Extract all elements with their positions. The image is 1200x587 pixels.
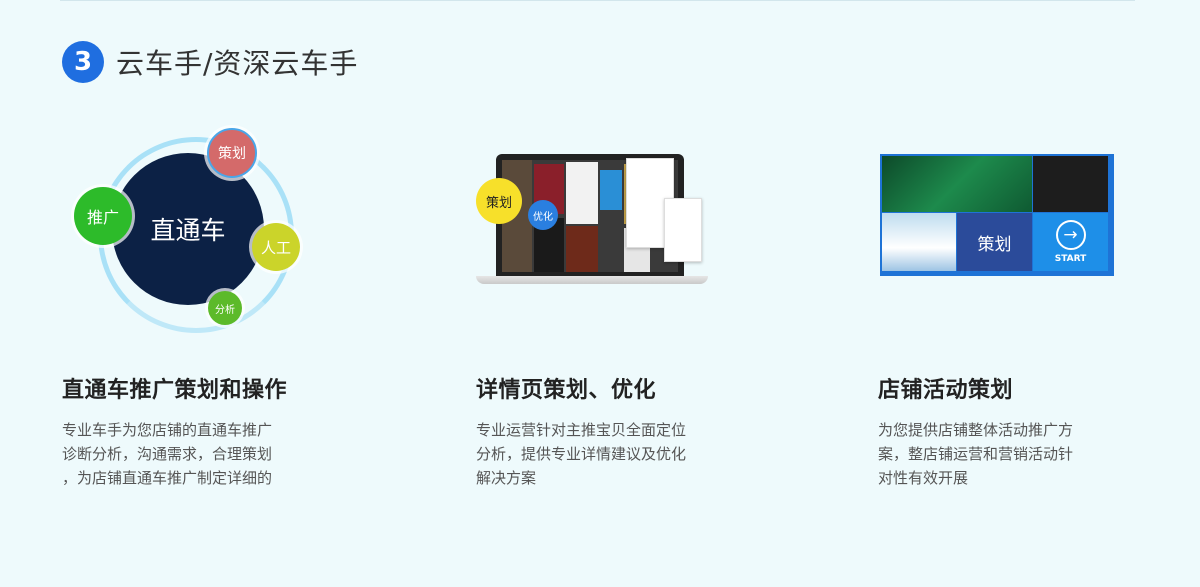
- section-number-badge: 3: [62, 41, 104, 83]
- manual-bubble: 人工: [252, 223, 300, 271]
- promote-bubble: 推广: [74, 187, 132, 245]
- service-column-through-train: 直通车推广策划和操作 专业车手为您店铺的直通车推广 诊断分析，沟通需求，合理策划…: [62, 372, 312, 490]
- desc-line: 对性有效开展: [878, 469, 969, 487]
- desc-line: 解决方案: [476, 469, 537, 487]
- through-train-illustration: 直通车 推广 策划 人工 分析: [70, 125, 310, 333]
- product-banner-image: [882, 156, 1032, 212]
- service-column-store-activity: 店铺活动策划 为您提供店铺整体活动推广方 案，整店铺运营和营销活动针 对性有效开…: [878, 372, 1108, 490]
- column-title: 店铺活动策划: [878, 378, 1014, 403]
- service-column-detail-page: 详情页策划、优化 专业运营针对主推宝贝全面定位 分析，提供专业详情建议及优化 解…: [476, 372, 716, 490]
- desc-line: ，为店铺直通车推广制定详细的: [62, 469, 273, 487]
- start-label: START: [1054, 254, 1087, 264]
- arrow-right-circle-icon: →: [1055, 220, 1086, 250]
- desc-line: 诊断分析，沟通需求，合理策划: [62, 445, 273, 463]
- column-title: 直通车推广策划和操作: [62, 378, 288, 403]
- product-detail-card: [664, 198, 702, 262]
- plan-bubble: 策划: [207, 128, 257, 178]
- top-divider: [60, 0, 1135, 1]
- start-tile[interactable]: → START: [1033, 213, 1108, 271]
- desc-line: 为您提供店铺整体活动推广方: [878, 421, 1074, 439]
- column-description: 为您提供店铺整体活动推广方 案，整店铺运营和营销活动针 对性有效开展: [878, 418, 1108, 490]
- desc-line: 案，整店铺运营和营销活动针: [878, 445, 1074, 463]
- section-header: 3 云车手/资深云车手: [62, 40, 358, 84]
- ring-product-image: [1033, 156, 1108, 212]
- analysis-bubble: 分析: [208, 291, 242, 325]
- column-title: 详情页策划、优化: [476, 378, 657, 403]
- section-title: 云车手/资深云车手: [116, 47, 359, 80]
- desc-line: 专业运营针对主推宝贝全面定位: [476, 421, 687, 439]
- wedding-dress-image: [882, 213, 956, 271]
- store-activity-illustration: 策划 → START: [880, 154, 1114, 276]
- plan-bubble: 策划: [476, 178, 522, 224]
- optimize-bubble: 优化: [528, 200, 558, 230]
- detail-page-illustration: 策划 优化: [476, 150, 708, 290]
- desc-line: 分析，提供专业详情建议及优化: [476, 445, 687, 463]
- desc-line: 专业车手为您店铺的直通车推广: [62, 421, 273, 439]
- plan-tile: 策划: [957, 213, 1032, 271]
- column-description: 专业车手为您店铺的直通车推广 诊断分析，沟通需求，合理策划 ，为店铺直通车推广制…: [62, 418, 312, 490]
- laptop-base: [476, 276, 708, 284]
- column-description: 专业运营针对主推宝贝全面定位 分析，提供专业详情建议及优化 解决方案: [476, 418, 716, 490]
